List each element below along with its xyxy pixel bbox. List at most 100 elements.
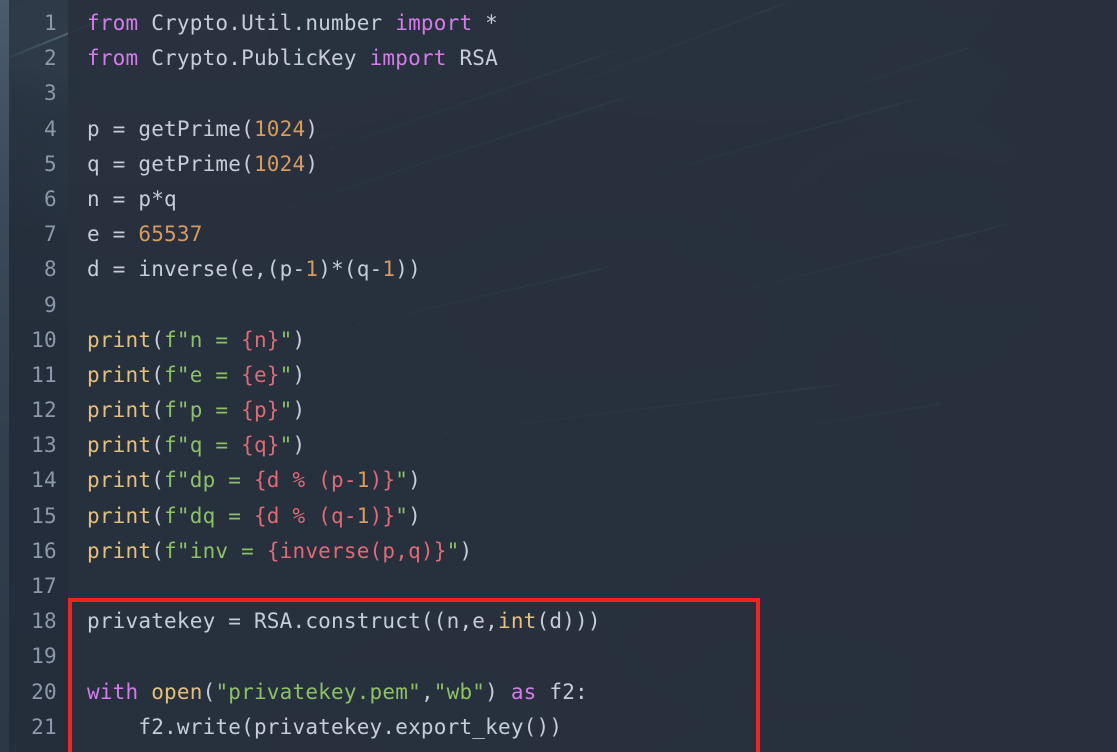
- code-token: ": [279, 398, 293, 423]
- code-token: f"n =: [164, 327, 242, 352]
- code-token: ": [395, 503, 409, 528]
- line-number: 17: [31, 574, 57, 598]
- line-number: 21: [31, 714, 57, 739]
- line-number: 19: [31, 644, 57, 669]
- code-line[interactable]: privatekey = RSA.construct((n,e,int(d))): [68, 604, 1117, 639]
- code-token: f2.write(privatekey.export_key()): [87, 714, 563, 739]
- code-line[interactable]: print(f"p = {p}"): [68, 393, 1117, 428]
- line-number-list: 1 2 3 4 5 6 7 8 9 10 11 12 13 14 15 16 17 18 19 20 21: [9, 0, 68, 745]
- code-token: ): [292, 362, 306, 387]
- code-token: 65537: [138, 222, 203, 247]
- code-token: f"e =: [164, 362, 242, 387]
- line-number: 15: [31, 503, 57, 528]
- code-line[interactable]: e = 65537: [68, 217, 1117, 252]
- line-number: 8: [44, 257, 57, 282]
- line-number: 12: [31, 398, 57, 423]
- code-line[interactable]: d = inverse(e,(p-1)*(q-1)): [68, 252, 1117, 287]
- code-line[interactable]: print(f"inv = {inverse(p,q)}"): [68, 534, 1117, 569]
- code-token: Crypto.PublicKey: [138, 46, 370, 71]
- code-line[interactable]: f2.write(privatekey.export_key()): [68, 710, 1117, 745]
- code-token: 1024: [253, 116, 306, 141]
- code-line[interactable]: print(f"n = {n}"): [68, 323, 1117, 358]
- wallpaper-left-edge: [0, 0, 9, 752]
- code-line[interactable]: print(f"q = {q}"): [68, 428, 1117, 463]
- code-line[interactable]: [68, 288, 1117, 323]
- code-line[interactable]: q = getPrime(1024): [68, 147, 1117, 182]
- code-line[interactable]: print(f"dq = {d % (q-1)}"): [68, 499, 1117, 534]
- code-token: q = getPrime(: [87, 151, 254, 176]
- code-line[interactable]: p = getPrime(1024): [68, 112, 1117, 147]
- code-token: d = inverse(e,(p-: [87, 257, 306, 282]
- code-token: f"q =: [164, 433, 242, 458]
- code-token: {p}: [241, 398, 280, 423]
- code-token: 1: [305, 257, 319, 282]
- code-line[interactable]: n = p*q: [68, 182, 1117, 217]
- code-token: from: [87, 11, 139, 35]
- line-number: 20: [31, 679, 57, 704]
- code-line[interactable]: [68, 639, 1117, 674]
- code-area[interactable]: from Crypto.Util.number import * from Cry…: [68, 0, 1117, 752]
- code-token: print: [87, 327, 152, 352]
- line-number: 6: [44, 186, 57, 211]
- code-token: *: [472, 11, 498, 35]
- code-token: (: [151, 398, 165, 423]
- code-token: {n}: [241, 327, 280, 352]
- code-line-list[interactable]: from Crypto.Util.number import * from Cry…: [68, 6, 1117, 745]
- code-token: (: [202, 679, 216, 704]
- line-number: 3: [44, 81, 57, 106]
- code-token: n = p*q: [87, 186, 177, 211]
- code-token: (: [151, 538, 165, 563]
- code-token: ,: [420, 679, 434, 704]
- code-token: e =: [87, 222, 139, 247]
- code-line[interactable]: print(f"e = {e}"): [68, 358, 1117, 393]
- line-number: 1: [44, 11, 57, 35]
- code-line[interactable]: [68, 569, 1117, 604]
- code-token: "wb": [433, 679, 486, 704]
- code-token: (: [151, 433, 165, 458]
- code-token: )*(q-: [318, 257, 383, 282]
- code-token: as: [510, 679, 537, 704]
- screenshot-root: 1 2 3 4 5 6 7 8 9 10 11 12 13 14 15 16 17 18 19 20 21 from C…: [0, 0, 1117, 752]
- code-line[interactable]: [68, 76, 1117, 111]
- code-token: print: [87, 538, 152, 563]
- line-number-gutter: 1 2 3 4 5 6 7 8 9 10 11 12 13 14 15 16 17 18 19 20 21: [0, 0, 68, 752]
- code-token: ): [305, 116, 319, 141]
- code-token: ): [485, 679, 511, 704]
- code-token: {d % (p-: [253, 468, 357, 493]
- code-token: open: [151, 679, 203, 704]
- code-line[interactable]: from Crypto.Util.number import *: [68, 6, 1117, 41]
- code-token: import: [395, 11, 473, 35]
- code-token: ": [279, 433, 293, 458]
- code-token: {d % (q-: [253, 503, 357, 528]
- code-token: f"p =: [164, 398, 242, 423]
- code-token: f"dp =: [164, 468, 254, 493]
- code-token: )}: [369, 503, 396, 528]
- code-token: RSA: [446, 46, 498, 71]
- code-token: ): [305, 151, 319, 176]
- code-token: ": [395, 468, 409, 493]
- code-token: ): [292, 433, 306, 458]
- code-token: print: [87, 398, 152, 423]
- code-line[interactable]: print(f"dp = {d % (p-1)}"): [68, 463, 1117, 498]
- code-line[interactable]: from Crypto.PublicKey import RSA: [68, 41, 1117, 76]
- line-number: 16: [31, 538, 57, 563]
- code-token: Crypto.Util.number: [138, 11, 396, 35]
- line-number: 5: [44, 151, 57, 176]
- code-token: )): [395, 257, 421, 282]
- code-token: f"dq =: [164, 503, 254, 528]
- code-token: ): [292, 398, 306, 423]
- code-line[interactable]: with open("privatekey.pem","wb") as f2:: [68, 675, 1117, 710]
- line-number: 2: [44, 46, 57, 71]
- code-token: 1: [356, 468, 370, 493]
- code-token: f"inv =: [164, 538, 267, 563]
- code-token: {q}: [241, 433, 280, 458]
- code-editor[interactable]: 1 2 3 4 5 6 7 8 9 10 11 12 13 14 15 16 17 18 19 20 21 from C…: [0, 0, 1117, 752]
- code-token: int: [497, 609, 537, 634]
- code-token: (: [151, 362, 165, 387]
- code-token: {inverse(p,q)}: [266, 538, 447, 563]
- code-token: ": [446, 538, 460, 563]
- code-token: (: [151, 503, 165, 528]
- line-number: 14: [31, 468, 57, 493]
- code-token: p = getPrime(: [87, 116, 254, 141]
